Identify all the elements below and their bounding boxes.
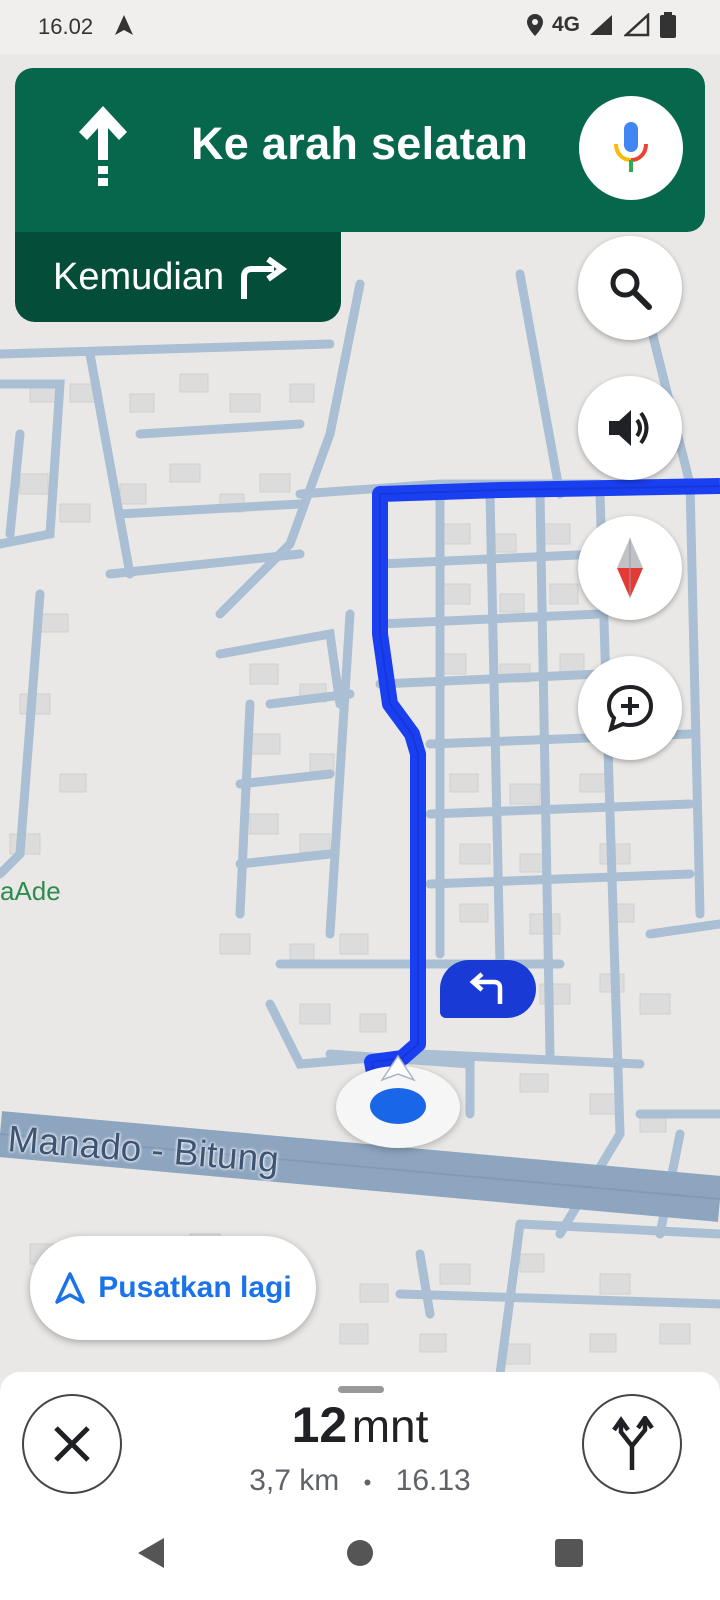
system-nav-bar [0,1522,720,1600]
location-dot [370,1088,426,1124]
recenter-label: Pusatkan lagi [98,1271,292,1304]
back-icon[interactable] [136,1536,166,1570]
mic-icon [614,122,648,172]
upcoming-turn-marker[interactable] [440,960,536,1018]
search-icon [610,268,652,310]
search-button[interactable] [578,236,682,340]
sound-button[interactable] [578,376,682,480]
status-bar: 16.02 4G [0,0,720,54]
trip-distance: 3,7 km [249,1464,340,1497]
signal-icon [590,15,612,35]
status-time: 16.02 [38,14,94,39]
battery-icon [660,12,676,38]
duration-value: 12 [291,1397,348,1453]
location-icon [526,14,543,36]
alternate-routes-icon [612,1416,654,1470]
add-report-button[interactable] [578,656,682,760]
network-type: 4G [551,13,580,36]
duration-unit: mnt [351,1400,429,1452]
recenter-button[interactable]: Pusatkan lagi [30,1236,316,1340]
recents-icon[interactable] [554,1538,584,1568]
details-separator: • [363,1470,372,1495]
straight-arrow-icon [79,106,127,186]
voice-search-button[interactable] [579,96,683,200]
then-label: Kemudian [53,255,225,298]
compass-icon [617,538,643,598]
navigation-status-icon [115,15,133,35]
poi-label[interactable]: aAde [0,876,61,907]
direction-banner[interactable]: Ke arah selatan [15,68,705,232]
home-icon[interactable] [345,1538,375,1568]
instruction-text: Ke arah selatan [191,118,529,169]
current-location-marker [336,1054,460,1148]
location-arrow-icon [380,1054,416,1082]
compass-button[interactable] [578,516,682,620]
status-icons: 4G [526,12,676,38]
turn-right-icon [241,257,288,299]
trip-summary-sheet[interactable]: 12 mnt 3,7 km • 16.13 [0,1372,720,1522]
turn-left-icon [469,972,503,1004]
navigation-arrow-icon [55,1272,86,1304]
sheet-handle[interactable] [338,1386,384,1393]
alternate-routes-button[interactable] [582,1394,682,1494]
next-step-box[interactable]: Kemudian [15,232,341,322]
volume-icon [609,410,649,446]
add-report-icon [606,684,654,733]
arrival-time: 16.13 [395,1464,471,1497]
signal-icon-2 [624,13,650,37]
